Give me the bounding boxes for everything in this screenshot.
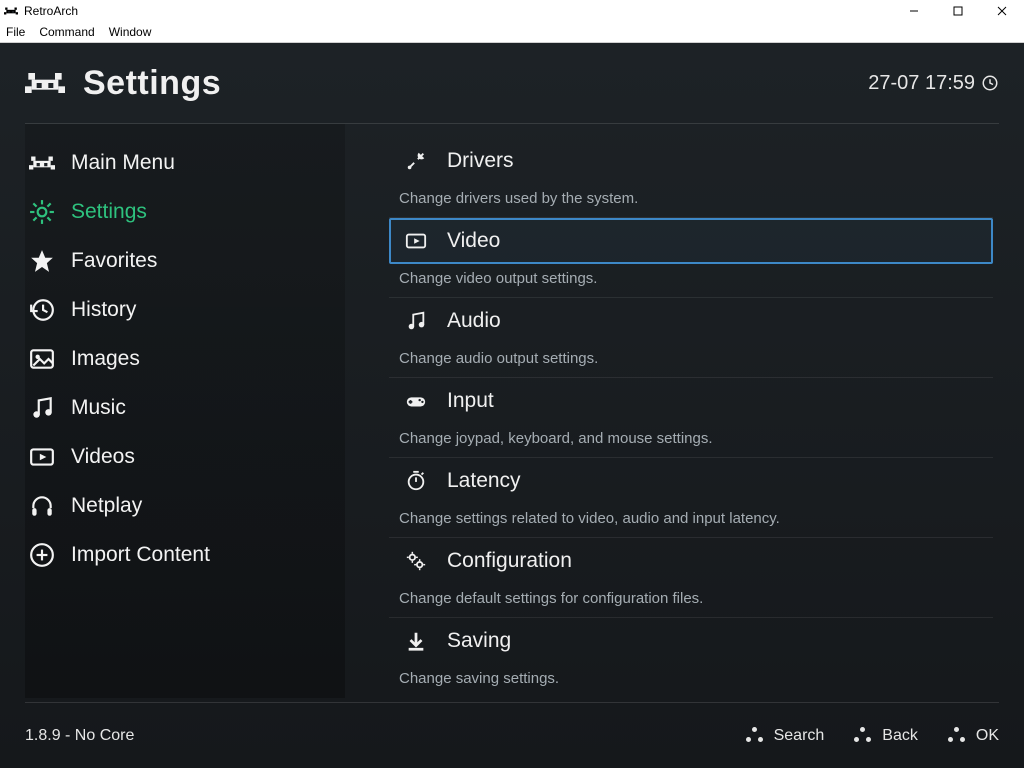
dots-icon bbox=[854, 727, 872, 745]
setting-video[interactable]: Video bbox=[389, 218, 993, 264]
sidebar-item-label: History bbox=[71, 298, 136, 322]
setting-label: Drivers bbox=[447, 149, 514, 173]
setting-description: Change default settings for configuratio… bbox=[389, 584, 993, 618]
window-title: RetroArch bbox=[24, 4, 78, 18]
footer-action-label: Back bbox=[882, 727, 918, 745]
sidebar-item-label: Images bbox=[71, 347, 140, 371]
clock-text: 27-07 17:59 bbox=[868, 72, 975, 95]
setting-description: Change settings related to video, audio … bbox=[389, 504, 993, 538]
sidebar-item-main-menu[interactable]: Main Menu bbox=[25, 138, 345, 187]
setting-description: Change saving settings. bbox=[389, 664, 993, 697]
sidebar-item-label: Import Content bbox=[71, 543, 210, 567]
sidebar-item-label: Favorites bbox=[71, 249, 157, 273]
sidebar-item-images[interactable]: Images bbox=[25, 334, 345, 383]
invader-icon bbox=[25, 63, 65, 103]
setting-label: Audio bbox=[447, 309, 501, 333]
footer: 1.8.9 - No Core Search Back OK bbox=[25, 702, 999, 768]
setting-label: Saving bbox=[447, 629, 511, 653]
download-icon bbox=[403, 628, 429, 654]
setting-drivers[interactable]: Drivers bbox=[389, 138, 993, 184]
app-header: Settings 27-07 17:59 bbox=[25, 43, 999, 123]
setting-input[interactable]: Input bbox=[389, 378, 993, 424]
music-icon bbox=[403, 308, 429, 334]
sidebar-item-history[interactable]: History bbox=[25, 285, 345, 334]
setting-description: Change joypad, keyboard, and mouse setti… bbox=[389, 424, 993, 458]
dots-icon bbox=[746, 727, 764, 745]
video-icon bbox=[27, 442, 57, 472]
dots-icon bbox=[948, 727, 966, 745]
page-title: Settings bbox=[83, 64, 221, 103]
clock-icon bbox=[981, 74, 999, 92]
sidebar-item-music[interactable]: Music bbox=[25, 383, 345, 432]
settings-list: Drivers Change drivers used by the syste… bbox=[345, 124, 999, 698]
tools-icon bbox=[403, 148, 429, 174]
setting-label: Video bbox=[447, 229, 500, 253]
sidebar: Main Menu Settings Favorites History Images M… bbox=[25, 124, 345, 698]
sidebar-item-import-content[interactable]: Import Content bbox=[25, 530, 345, 579]
setting-label: Configuration bbox=[447, 549, 572, 573]
timer-icon bbox=[403, 468, 429, 494]
menu-file[interactable]: File bbox=[6, 25, 25, 39]
music-icon bbox=[27, 393, 57, 423]
sidebar-item-label: Music bbox=[71, 396, 126, 420]
menu-window[interactable]: Window bbox=[109, 25, 152, 39]
window-minimize-button[interactable] bbox=[892, 0, 936, 22]
version-text: 1.8.9 - No Core bbox=[25, 727, 134, 745]
menubar: File Command Window bbox=[0, 22, 1024, 43]
menu-command[interactable]: Command bbox=[39, 25, 94, 39]
footer-ok-button[interactable]: OK bbox=[948, 727, 999, 745]
footer-search-button[interactable]: Search bbox=[746, 727, 825, 745]
sidebar-item-label: Settings bbox=[71, 200, 147, 224]
gamepad-icon bbox=[403, 388, 429, 414]
gears-icon bbox=[403, 548, 429, 574]
invader-icon bbox=[27, 148, 57, 178]
setting-audio[interactable]: Audio bbox=[389, 298, 993, 344]
setting-description: Change drivers used by the system. bbox=[389, 184, 993, 218]
window-maximize-button[interactable] bbox=[936, 0, 980, 22]
video-icon bbox=[403, 228, 429, 254]
window-close-button[interactable] bbox=[980, 0, 1024, 22]
app-icon bbox=[4, 4, 18, 18]
setting-configuration[interactable]: Configuration bbox=[389, 538, 993, 584]
history-icon bbox=[27, 295, 57, 325]
image-icon bbox=[27, 344, 57, 374]
plus-icon bbox=[27, 540, 57, 570]
headset-icon bbox=[27, 491, 57, 521]
sidebar-item-videos[interactable]: Videos bbox=[25, 432, 345, 481]
footer-back-button[interactable]: Back bbox=[854, 727, 918, 745]
setting-label: Input bbox=[447, 389, 494, 413]
sidebar-item-netplay[interactable]: Netplay bbox=[25, 481, 345, 530]
sidebar-item-label: Videos bbox=[71, 445, 135, 469]
setting-label: Latency bbox=[447, 469, 521, 493]
setting-saving[interactable]: Saving bbox=[389, 618, 993, 664]
setting-description: Change video output settings. bbox=[389, 264, 993, 298]
sidebar-item-label: Main Menu bbox=[71, 151, 175, 175]
star-icon bbox=[27, 246, 57, 276]
sidebar-item-label: Netplay bbox=[71, 494, 142, 518]
footer-action-label: Search bbox=[774, 727, 825, 745]
window-titlebar: RetroArch bbox=[0, 0, 1024, 22]
setting-description: Change audio output settings. bbox=[389, 344, 993, 378]
gear-icon bbox=[27, 197, 57, 227]
footer-action-label: OK bbox=[976, 727, 999, 745]
sidebar-item-settings[interactable]: Settings bbox=[25, 187, 345, 236]
setting-latency[interactable]: Latency bbox=[389, 458, 993, 504]
clock: 27-07 17:59 bbox=[868, 72, 999, 95]
sidebar-item-favorites[interactable]: Favorites bbox=[25, 236, 345, 285]
